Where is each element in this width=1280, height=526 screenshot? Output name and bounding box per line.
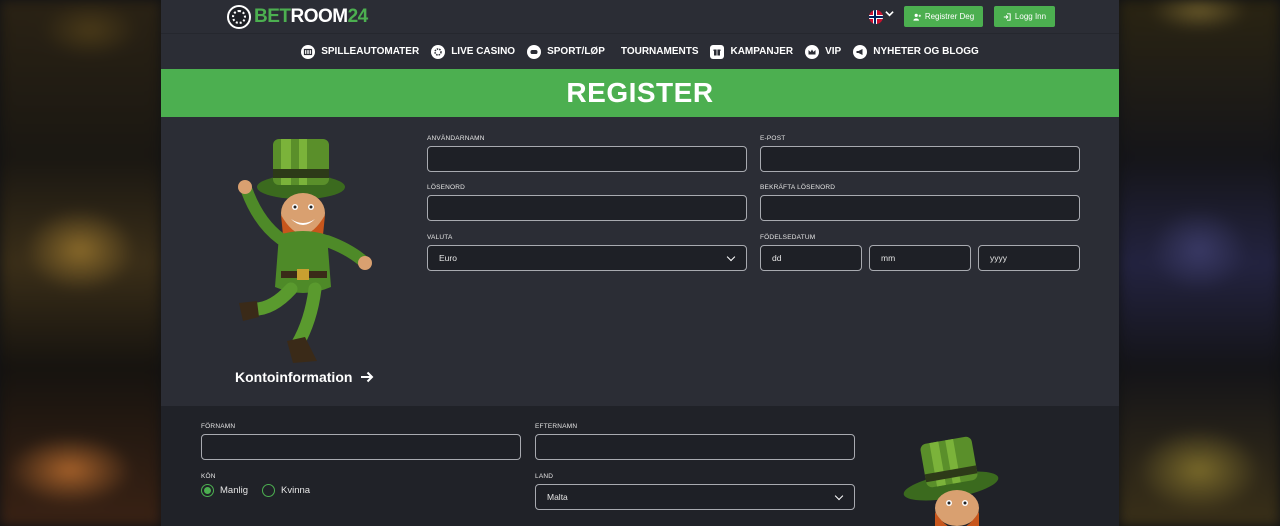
leprechaun-mascot-image-2 — [903, 436, 999, 526]
password-confirm-label: BEKRÄFTA LÖSENORD — [760, 184, 836, 191]
controller-icon — [527, 44, 542, 59]
birth-year-input[interactable]: yyyy — [978, 245, 1080, 271]
logo-text: BETROOM24 — [254, 6, 368, 27]
login-label: Logg Inn — [1014, 12, 1047, 21]
birth-month-input[interactable]: mm — [869, 245, 971, 271]
nav-label: SPORT/LØP — [547, 46, 605, 57]
section-label: Kontoinformation — [235, 369, 353, 385]
nav-item-vip[interactable]: VIP — [805, 44, 842, 59]
gender-male-label: Manlig — [220, 485, 248, 496]
slot-icon — [301, 44, 316, 59]
register-label: Registrer Deg — [924, 12, 975, 21]
background-blur-left — [0, 0, 161, 526]
page-title: REGISTER — [566, 77, 714, 108]
radio-male[interactable] — [201, 484, 214, 497]
firstname-input[interactable] — [201, 434, 521, 460]
register-button[interactable]: Registrer Deg — [904, 6, 983, 27]
nav-item-live-casino[interactable]: LIVE CASINO — [431, 44, 516, 59]
nav-label: KAMPANJER — [730, 46, 794, 57]
lastname-input[interactable] — [535, 434, 855, 460]
lastname-label: EFTERNAMN — [535, 423, 578, 430]
password-input[interactable] — [427, 195, 747, 221]
site-logo[interactable]: BETROOM24 — [227, 5, 368, 29]
personal-section: FÖRNAMN EFTERNAMN KÖN Manlig Kvinna LAND… — [161, 406, 1119, 526]
password-label: LÖSENORD — [427, 184, 466, 191]
username-label: ANVÄNDARNAMN — [427, 135, 485, 142]
gender-male-option[interactable]: Manlig — [201, 484, 248, 497]
gender-female-label: Kvinna — [281, 485, 311, 496]
background-blur-right — [1119, 0, 1280, 526]
birth-day-input[interactable]: dd — [760, 245, 862, 271]
nav-label: TOURNAMENTS — [620, 46, 699, 57]
account-section: Kontoinformation ANVÄNDARNAMN E-POST LÖS… — [161, 117, 1119, 406]
country-select[interactable]: Malta — [535, 484, 855, 510]
nav-item-sport[interactable]: SPORT/LØP — [527, 44, 605, 59]
crown-icon — [805, 44, 820, 59]
main-nav: SPILLEAUTOMATER LIVE CASINO SPORT/LØP TO… — [161, 34, 1119, 69]
arrow-right-icon — [361, 371, 374, 383]
gender-female-option[interactable]: Kvinna — [262, 484, 310, 497]
leprechaun-mascot-image — [238, 139, 372, 363]
username-input[interactable] — [427, 146, 747, 172]
gender-label: KÖN — [201, 473, 216, 480]
logo-chip-icon — [227, 5, 251, 29]
email-input[interactable] — [760, 146, 1080, 172]
nav-item-promotions[interactable]: KAMPANJER — [710, 44, 794, 59]
nav-item-tournaments[interactable]: TOURNAMENTS — [621, 46, 699, 57]
nav-label: SPILLEAUTOMATER — [321, 46, 420, 57]
firstname-label: FÖRNAMN — [201, 423, 236, 430]
language-flag-icon[interactable] — [869, 10, 883, 24]
nav-label: VIP — [825, 46, 842, 57]
chip-icon — [431, 44, 446, 59]
birthdate-label: FÖDELSEDATUM — [760, 234, 816, 241]
nav-item-slots[interactable]: SPILLEAUTOMATER — [301, 44, 420, 59]
chevron-down-icon[interactable] — [885, 9, 894, 21]
register-banner: REGISTER — [161, 69, 1119, 117]
megaphone-icon — [853, 44, 868, 59]
password-confirm-input[interactable] — [760, 195, 1080, 221]
radio-female[interactable] — [262, 484, 275, 497]
top-bar: BETROOM24 Registrer Deg Logg Inn — [161, 0, 1119, 34]
account-info-step: Kontoinformation — [235, 369, 374, 385]
currency-select[interactable]: Euro — [427, 245, 747, 271]
main-panel: BETROOM24 Registrer Deg Logg Inn SPILLEA… — [161, 0, 1119, 526]
email-label: E-POST — [760, 135, 786, 142]
gift-icon — [710, 44, 725, 59]
nav-item-news[interactable]: NYHETER OG BLOGG — [853, 44, 979, 59]
login-button[interactable]: Logg Inn — [994, 6, 1055, 27]
currency-label: VALUTA — [427, 234, 453, 241]
user-plus-icon — [913, 13, 921, 21]
country-label: LAND — [535, 473, 554, 480]
login-icon — [1003, 12, 1011, 21]
nav-label: NYHETER OG BLOGG — [873, 46, 979, 57]
nav-label: LIVE CASINO — [451, 46, 516, 57]
